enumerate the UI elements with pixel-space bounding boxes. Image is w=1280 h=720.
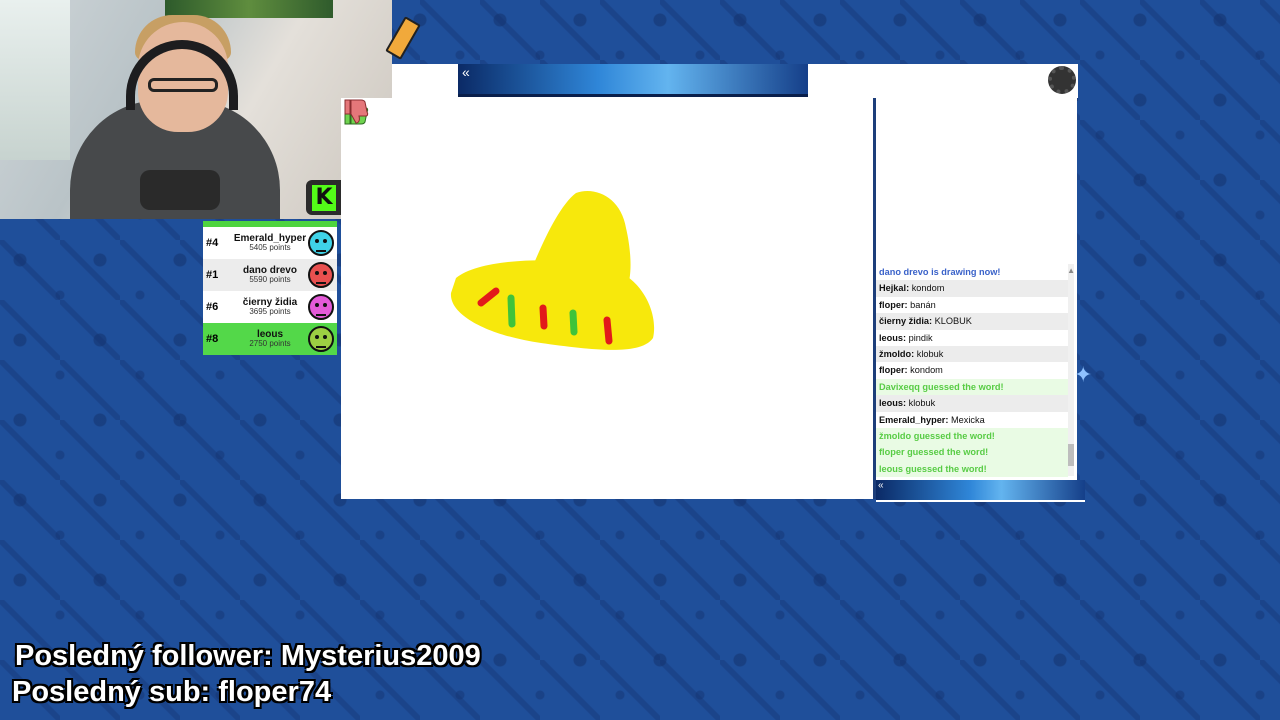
player-row[interactable]: #1 dano drevo 5590 points <box>203 259 337 291</box>
last-follower-text: Posledný follower: Mysterius2009 <box>15 640 481 672</box>
chat-panel: dano drevo is drawing now! Hejkal: kondo… <box>876 98 1077 480</box>
chat-guess-message: žmoldo guessed the word! <box>876 427 1068 445</box>
chat-messages[interactable]: dano drevo is drawing now! Hejkal: kondo… <box>876 264 1068 478</box>
last-sub-text: Posledný sub: floper74 <box>12 676 332 708</box>
drawing-canvas[interactable] <box>341 98 876 499</box>
chat-text: klobuk <box>906 398 936 409</box>
chat-guess-message: floper guessed the word! <box>876 444 1068 461</box>
player-info: čierny židia 3695 points <box>232 298 308 316</box>
chat-text: kondom <box>907 365 943 376</box>
chat-message: floper: banán <box>876 297 1068 313</box>
drawing-stripe <box>507 294 516 328</box>
chat-message: Hejkal: kondom <box>876 280 1068 297</box>
thumbs-down-icon[interactable] <box>341 98 369 126</box>
chat-text: kondom <box>909 283 945 294</box>
banner-arrow[interactable]: « <box>462 64 470 80</box>
sparkle-icon: ✦ <box>1074 362 1093 387</box>
drawing-svg <box>450 191 655 350</box>
kick-icon: K <box>312 184 336 211</box>
player-row[interactable]: #6 čierny židia 3695 points <box>203 291 337 323</box>
microphone <box>140 170 220 210</box>
chat-message: čierny židia: KLOBUK <box>876 313 1068 330</box>
scroll-up-icon[interactable]: ▲ <box>1067 266 1075 275</box>
chat-text: pindik <box>906 332 933 343</box>
player-info: dano drevo 5590 points <box>232 266 308 284</box>
chat-scroll-thumb[interactable] <box>1068 444 1074 466</box>
chat-input-arrow[interactable]: « <box>878 480 884 491</box>
game-header: « <box>392 64 1078 101</box>
player-rank: #8 <box>206 333 219 345</box>
glasses <box>148 78 218 92</box>
chat-author: žmoldo: <box>879 348 915 359</box>
chat-guess-message: Davixeqq guessed the word! <box>876 378 1068 396</box>
player-rank: #4 <box>206 237 219 249</box>
chat-author: leous: <box>879 398 907 409</box>
drawing-stripe <box>569 309 578 336</box>
player-points: 3695 points <box>249 307 291 316</box>
chat-input[interactable]: « <box>876 480 1085 502</box>
chat-author: Hejkal: <box>879 283 910 294</box>
webcam-feed: K 15 <box>0 0 392 219</box>
avatar <box>308 262 334 288</box>
player-info: Emerald_hyper 5405 points <box>232 234 308 252</box>
chat-text: KLOBUK <box>932 316 972 327</box>
player-row[interactable]: #4 Emerald_hyper 5405 points <box>203 227 337 259</box>
chat-text: klobuk <box>914 348 944 359</box>
chat-message: leous: pindik <box>876 330 1068 346</box>
chat-guess-message: leous guessed the word! <box>876 460 1068 478</box>
drawing-stripe <box>603 316 613 345</box>
drawing-stripe <box>539 304 548 330</box>
avatar <box>308 326 334 352</box>
chat-author: floper: <box>879 365 908 376</box>
player-rank: #6 <box>206 301 219 313</box>
avatar <box>308 294 334 320</box>
chat-message: floper: kondom <box>876 362 1068 378</box>
player-row-self[interactable]: #8 leous 2750 points <box>203 323 337 355</box>
avatar <box>308 230 334 256</box>
word-banner: « <box>458 64 808 97</box>
scoreboard: #4 Emerald_hyper 5405 points #1 dano dre… <box>203 221 337 355</box>
chat-author: leous: <box>879 332 907 343</box>
chat-message: Emerald_hyper: Mexicka <box>876 412 1068 428</box>
chat-text: banán <box>907 299 936 310</box>
chat-message: žmoldo: klobuk <box>876 345 1068 363</box>
chat-message: leous: klobuk <box>876 395 1068 412</box>
chat-author: Emerald_hyper: <box>879 414 949 425</box>
player-rank: #1 <box>206 269 219 281</box>
webcam-window <box>0 0 70 160</box>
chat-system-message: dano drevo is drawing now! <box>879 267 1001 277</box>
player-points: 5590 points <box>249 275 291 284</box>
player-info: leous 2750 points <box>232 330 308 348</box>
player-points: 2750 points <box>249 339 291 348</box>
gear-icon[interactable] <box>1048 66 1076 94</box>
player-points: 5405 points <box>249 243 291 252</box>
chat-author: floper: <box>879 299 908 310</box>
chat-author: čierny židia: <box>879 316 933 327</box>
chat-text: Mexicka <box>948 414 985 425</box>
